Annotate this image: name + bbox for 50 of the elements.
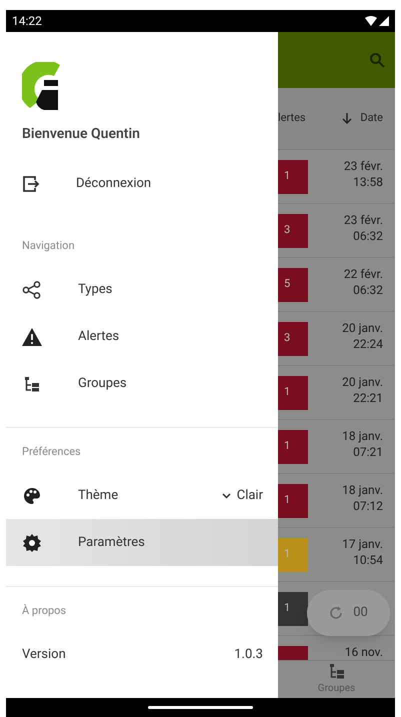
tree-icon (328, 663, 344, 679)
section-header: Préférences (22, 444, 81, 460)
count-badge: 5 (278, 268, 308, 302)
date-text: 23 févr. (344, 212, 383, 228)
date-text: 16 nov. (344, 644, 383, 660)
date-text: 20 janv. (342, 320, 383, 336)
date-text: 17 janv. (342, 536, 383, 552)
search-icon[interactable] (369, 52, 385, 68)
sort-arrow-icon (342, 113, 352, 124)
refresh-icon (329, 606, 344, 620)
time-text: 07:21 (353, 444, 383, 460)
palette-icon (23, 486, 41, 504)
section-header: À propos (22, 602, 66, 619)
time-text: 07:12 (353, 498, 383, 514)
column-header[interactable]: Date (360, 110, 383, 127)
count-badge: 1 (278, 538, 308, 572)
time-text: 13:58 (353, 174, 383, 190)
count-badge: 3 (278, 214, 308, 248)
date-text: 20 janv. (342, 374, 383, 390)
date-text: 18 janv. (342, 428, 383, 444)
date-text: 22 févr. (344, 266, 383, 282)
count-badge: 3 (278, 322, 308, 356)
wifi-icon (365, 16, 377, 26)
time-text: 06:32 (353, 228, 383, 244)
count-badge: 1 (278, 484, 308, 518)
count-badge: 1 (278, 376, 308, 410)
column-header[interactable]: lertes (278, 110, 306, 127)
chevron-down-icon (222, 492, 231, 498)
greeting-text: Bienvenue Quentin (22, 125, 140, 144)
status-time: 14:22 (12, 13, 42, 30)
date-text: 23 févr. (344, 158, 383, 174)
share-icon (22, 280, 42, 298)
count-badge: 1 (278, 430, 308, 464)
date-text: 18 janv. (342, 482, 383, 498)
section-header: Navigation (22, 238, 75, 254)
logout-item[interactable]: Déconnexion (6, 166, 278, 202)
settings-icon (23, 534, 41, 552)
time-text: 22:21 (353, 390, 383, 406)
count-badge: 1 (278, 592, 308, 626)
tree-icon (24, 376, 40, 392)
signal-icon (379, 16, 389, 26)
drawer-item[interactable]: Paramètres (6, 519, 278, 566)
warning-icon (22, 328, 42, 346)
count-badge: 1 (278, 160, 308, 194)
info-label: Version (22, 646, 67, 664)
time-text: 06:32 (353, 282, 383, 298)
version-value: 1.0.3 (234, 646, 263, 664)
time-text: 22:24 (353, 336, 383, 352)
time-text: 10:54 (353, 552, 383, 568)
logout-icon (22, 175, 40, 193)
